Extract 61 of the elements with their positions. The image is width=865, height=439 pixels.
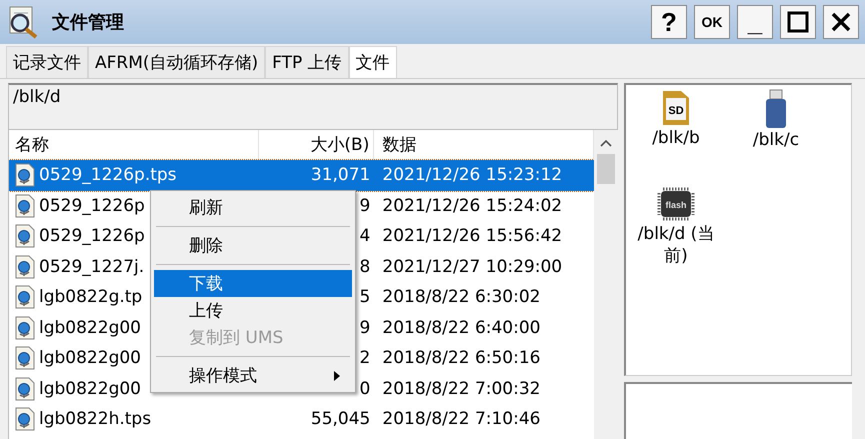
file-name[interactable]: lgb0822g00 [39,348,141,368]
file-size: 9 [360,196,370,216]
file-size: 9 [360,318,370,338]
maximize-button[interactable] [780,5,816,39]
close-icon [831,12,851,32]
drive-label[interactable]: /blk/c [729,129,823,151]
title-bar-button[interactable]: ? [651,5,687,39]
file-globe-icon [15,376,35,401]
submenu-arrow-icon [334,370,340,380]
file-date: 2018/8/22 7:10:46 [382,409,540,430]
tab[interactable]: 记录文件 [6,46,88,78]
file-date: 2021/12/26 15:23:12 [382,165,562,186]
file-globe-icon [15,316,35,340]
file-size: 4 [360,226,370,246]
menu-item[interactable]: 删除 [154,232,352,259]
file-globe-icon [15,407,35,432]
menu-item[interactable]: 操作模式 [154,362,352,389]
file-globe-icon [15,285,35,310]
file-date: 2021/12/26 15:56:42 [382,226,562,246]
file-name[interactable]: lgb0822g00 [39,378,141,399]
window-title: 文件管理 [52,11,124,34]
file-globe-icon [15,224,35,248]
file-date: 2021/12/27 10:29:00 [382,256,562,277]
file-globe-icon [15,346,35,370]
file-globe-icon [15,254,35,279]
drive-label[interactable]: /blk/b [629,127,723,149]
file-date: 2018/8/22 7:00:32 [382,378,540,399]
tab[interactable]: 文件 [348,46,397,78]
menu-item[interactable]: 刷新 [154,194,352,221]
file-size: 0 [360,378,370,399]
tab[interactable]: AFRM(自动循环存储) [88,46,266,78]
file-name[interactable]: 0529_1226p [39,196,145,216]
file-size: 55,045 [310,409,370,430]
file-size: 31,071 [310,165,370,186]
file-date: 2021/12/26 15:24:02 [382,196,562,216]
drive-label[interactable]: /blk/d (当前) [629,223,723,267]
title-bar-button[interactable]: OK [694,5,730,39]
file-name[interactable]: 0529_1226p [39,226,145,246]
file-size: 8 [360,256,370,277]
menu-item[interactable]: 上传 [154,297,352,324]
scroll-bar[interactable] [594,130,618,439]
path-field[interactable]: /blk/d [8,83,618,130]
file-name[interactable]: 0529_1227j. [39,256,144,277]
file-name[interactable]: lgb0822g.tp [39,287,142,308]
file-size: 2 [360,348,370,368]
file-name[interactable]: 0529_1226p.tps [39,165,177,186]
file-date: 2018/8/22 6:30:02 [382,287,540,308]
tab[interactable]: FTP 上传 [265,46,349,78]
file-name[interactable]: lgb0822h.tps [39,409,152,430]
menu-item[interactable]: 下载 [154,270,352,297]
file-date: 2018/8/22 6:40:00 [382,318,540,338]
close-button[interactable] [823,5,859,39]
title-bar-button[interactable]: _ [737,5,773,39]
file-date: 2018/8/22 6:50:16 [382,348,540,368]
file-globe-icon [15,163,35,188]
maximize-icon [787,11,809,33]
file-globe-icon [15,194,35,218]
file-name[interactable]: lgb0822g00 [39,318,141,338]
usb-drive-icon[interactable] [764,89,788,129]
file-size: 5 [360,287,370,308]
sd-card-icon[interactable]: SD [661,89,691,127]
